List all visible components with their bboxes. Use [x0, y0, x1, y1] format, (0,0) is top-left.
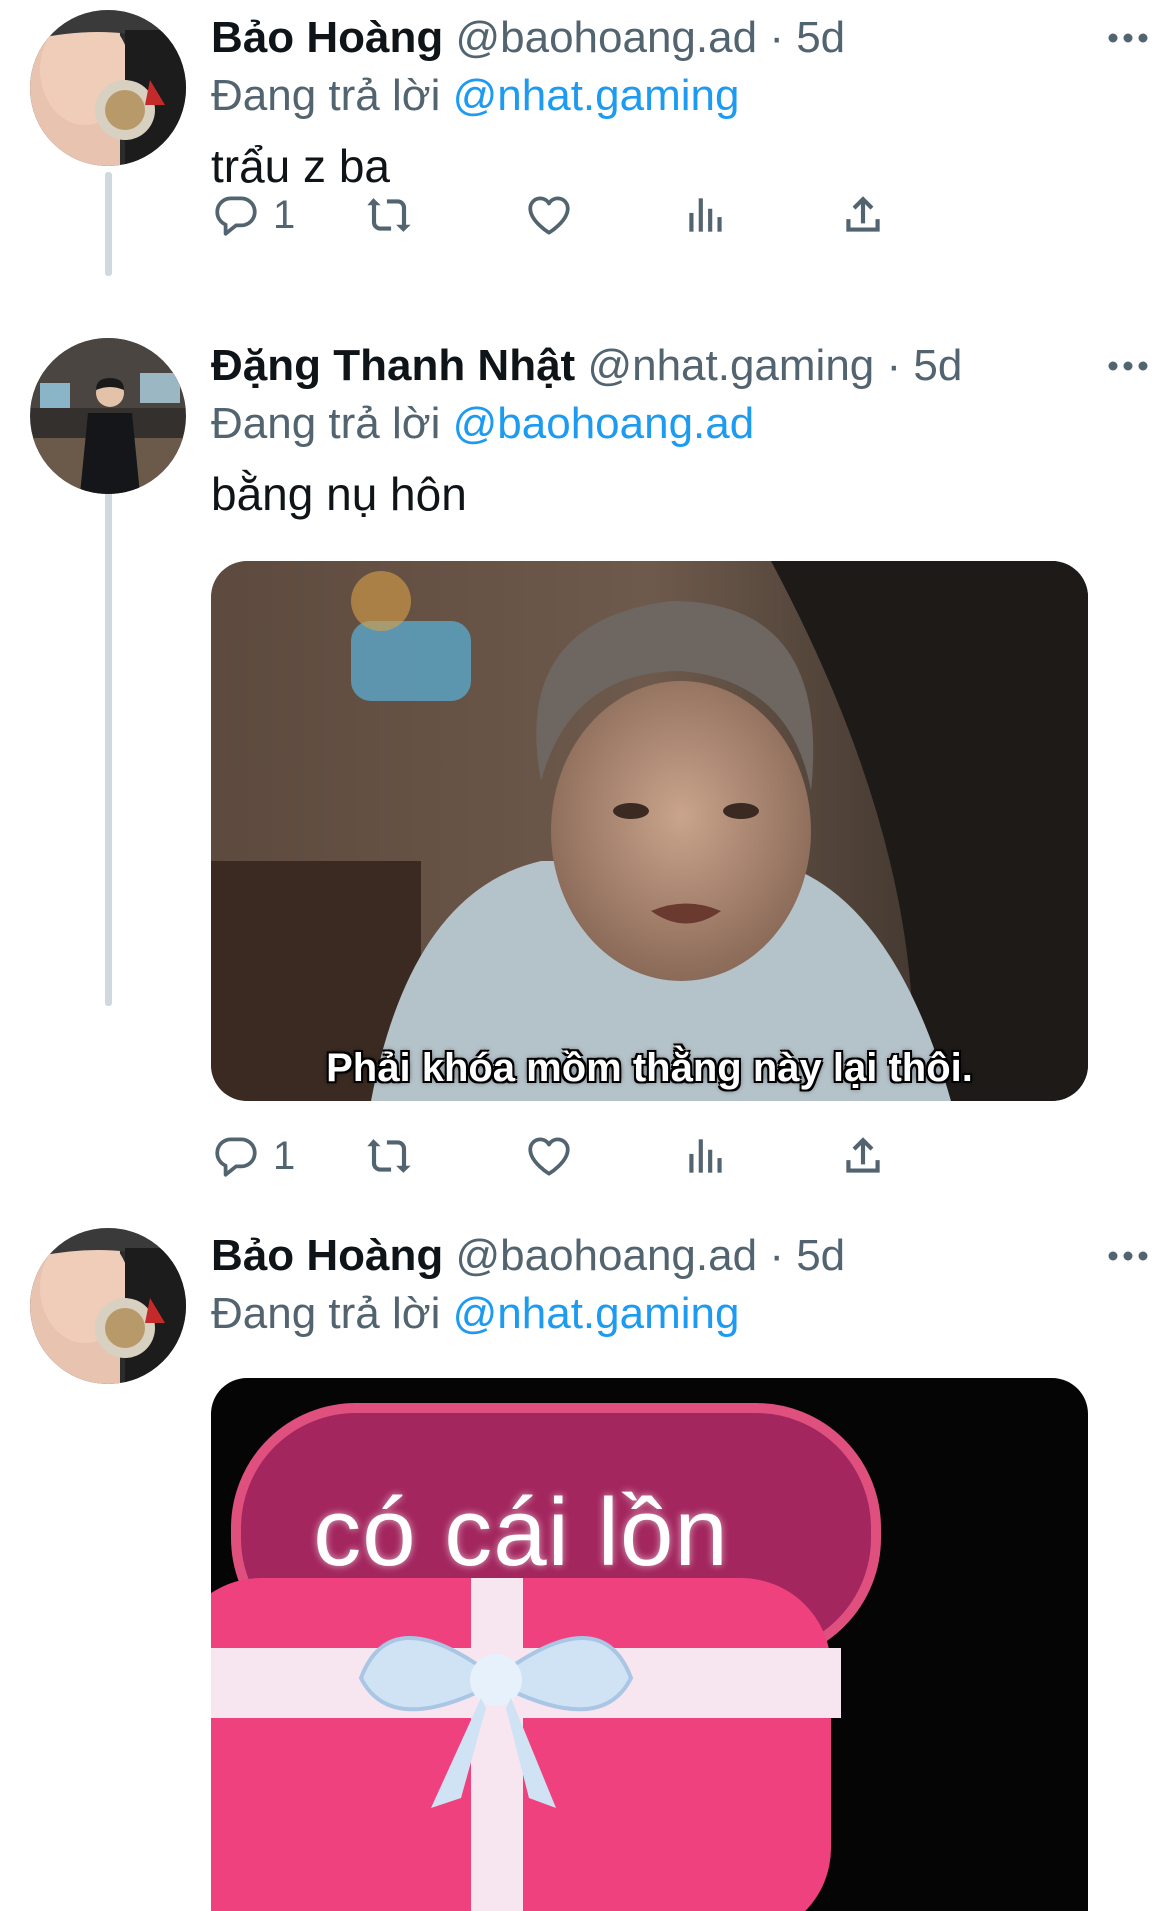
like-button[interactable]: [524, 185, 574, 245]
avatar[interactable]: [30, 10, 186, 166]
share-icon: [838, 1131, 888, 1181]
reply-prefix: Đang trả lời: [211, 71, 441, 120]
reply-context: Đang trả lời @nhat.gaming: [211, 1284, 1130, 1344]
tweet-actions: 1: [211, 185, 1031, 245]
retweet-icon: [364, 190, 414, 240]
reply-icon: [211, 190, 261, 240]
separator: ·: [886, 341, 902, 390]
views-icon: [681, 1131, 731, 1181]
tweet-actions: 1: [211, 1126, 1031, 1186]
share-button[interactable]: [838, 185, 888, 245]
avatar-image: [30, 10, 186, 166]
avatar-image: [30, 1228, 186, 1384]
tweet-media-image[interactable]: có cái lồn: [211, 1378, 1088, 1911]
timestamp[interactable]: 5d: [913, 341, 962, 390]
heart-icon: [524, 1131, 574, 1181]
gift-box-meme-image: [211, 1378, 1088, 1911]
tweet[interactable]: Bảo Hoàng @baohoang.ad · 5d Đang trả lời…: [0, 10, 1170, 260]
timestamp[interactable]: 5d: [796, 13, 845, 62]
timestamp[interactable]: 5d: [796, 1231, 845, 1280]
separator: ·: [769, 1231, 784, 1280]
avatar[interactable]: [30, 338, 186, 494]
tweet[interactable]: Bảo Hoàng @baohoang.ad · 5d Đang trả lời…: [0, 1228, 1170, 1911]
reply-prefix: Đang trả lời: [211, 399, 441, 448]
more-icon[interactable]: [1098, 18, 1158, 58]
display-name[interactable]: Bảo Hoàng: [211, 13, 443, 62]
reply-button[interactable]: 1: [211, 185, 295, 245]
views-button[interactable]: [681, 185, 731, 245]
tweet-text: bằng nụ hôn: [211, 468, 467, 520]
reply-to-link[interactable]: @nhat.gaming: [453, 1289, 740, 1338]
reply-context: Đang trả lời @nhat.gaming: [211, 66, 1130, 126]
tweet[interactable]: Đặng Thanh Nhật @nhat.gaming · 5d Đang t…: [0, 338, 1170, 1238]
tweet-header: Bảo Hoàng @baohoang.ad · 5d: [211, 1228, 1130, 1284]
media-caption: có cái lồn: [313, 1479, 729, 1586]
reply-to-link[interactable]: @baohoang.ad: [453, 399, 755, 448]
tweet-header: Bảo Hoàng @baohoang.ad · 5d: [211, 10, 1130, 66]
reply-icon: [211, 1131, 261, 1181]
handle[interactable]: @baohoang.ad: [455, 1231, 757, 1280]
reply-count: 1: [273, 1133, 296, 1178]
more-icon[interactable]: [1098, 346, 1158, 386]
views-icon: [681, 190, 731, 240]
share-icon: [838, 190, 888, 240]
views-button[interactable]: [681, 1126, 731, 1186]
display-name[interactable]: Đặng Thanh Nhật: [211, 341, 575, 390]
like-button[interactable]: [524, 1126, 574, 1186]
reply-button[interactable]: 1: [211, 1126, 295, 1186]
avatar-image: [30, 338, 186, 494]
reply-prefix: Đang trả lời: [211, 1289, 441, 1338]
tweet-header: Đặng Thanh Nhật @nhat.gaming · 5d: [211, 338, 1130, 394]
separator: ·: [769, 13, 784, 62]
retweet-button[interactable]: [364, 1126, 414, 1186]
share-button[interactable]: [838, 1126, 888, 1186]
avatar[interactable]: [30, 1228, 186, 1384]
movie-still-image: [211, 561, 1088, 1101]
media-subtitle: Phải khóa mồm thằng này lại thôi.: [326, 1046, 973, 1090]
tweet-thread: Bảo Hoàng @baohoang.ad · 5d Đang trả lời…: [0, 0, 1170, 1911]
reply-context: Đang trả lời @baohoang.ad: [211, 394, 1130, 454]
reply-to-link[interactable]: @nhat.gaming: [453, 71, 740, 120]
more-icon[interactable]: [1098, 1236, 1158, 1276]
handle[interactable]: @baohoang.ad: [455, 13, 757, 62]
reply-count: 1: [273, 192, 296, 237]
retweet-icon: [364, 1131, 414, 1181]
handle[interactable]: @nhat.gaming: [587, 341, 874, 390]
tweet-media-image[interactable]: Phải khóa mồm thằng này lại thôi.: [211, 561, 1088, 1101]
heart-icon: [524, 190, 574, 240]
display-name[interactable]: Bảo Hoàng: [211, 1231, 443, 1280]
retweet-button[interactable]: [364, 185, 414, 245]
